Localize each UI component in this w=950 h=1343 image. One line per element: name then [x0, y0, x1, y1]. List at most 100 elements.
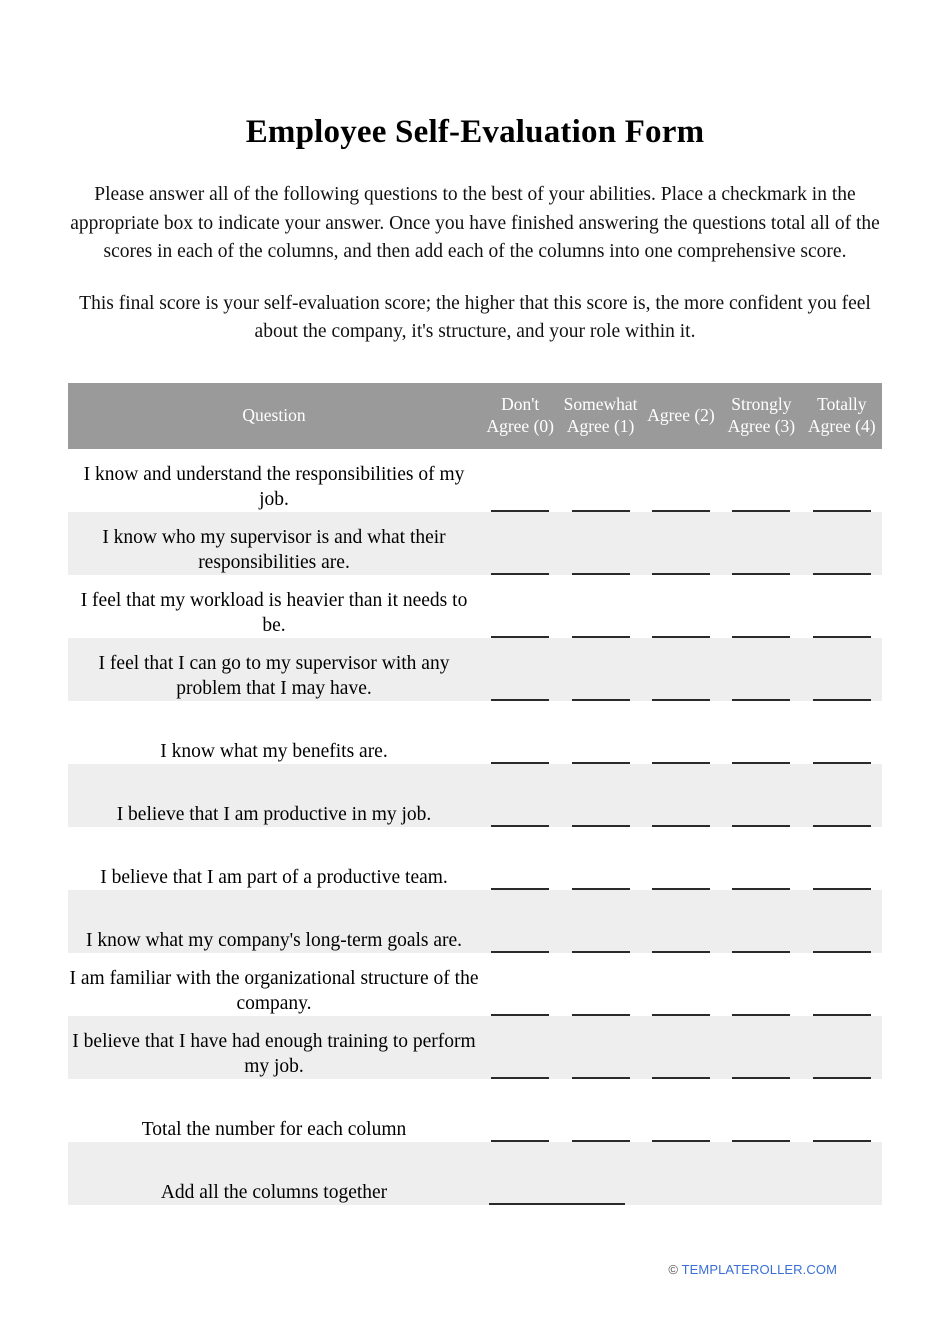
answer-blank-line[interactable] [732, 1077, 791, 1079]
footer-site-name[interactable]: TEMPLATEROLLER.COM [682, 1262, 837, 1277]
answer-cell-agree[interactable] [641, 638, 721, 701]
answer-cell-strongly-agree[interactable] [721, 701, 801, 764]
answer-cell-totally-agree[interactable] [802, 890, 882, 953]
answer-cell-totally-agree[interactable] [802, 764, 882, 827]
answer-blank-line[interactable] [812, 573, 871, 575]
answer-blank-line[interactable] [491, 699, 550, 701]
answer-blank-line[interactable] [491, 636, 550, 638]
answer-cell-somewhat-agree[interactable] [560, 1016, 640, 1079]
answer-cell-agree[interactable] [641, 890, 721, 953]
answer-blank-line[interactable] [651, 1077, 710, 1079]
answer-cell-strongly-agree[interactable] [721, 827, 801, 890]
answer-cell-strongly-agree[interactable] [721, 638, 801, 701]
answer-blank-line[interactable] [651, 636, 710, 638]
answer-cell-strongly-agree[interactable] [721, 953, 801, 1016]
answer-cell-agree[interactable] [641, 827, 721, 890]
footer-watermark-inner[interactable]: © TEMPLATEROLLER.COM [668, 1262, 837, 1277]
answer-cell-somewhat-agree[interactable] [560, 575, 640, 638]
answer-blank-line[interactable] [571, 762, 630, 764]
total-cell-agree[interactable] [641, 1079, 721, 1142]
answer-cell-strongly-agree[interactable] [721, 890, 801, 953]
answer-blank-line[interactable] [571, 510, 630, 512]
answer-cell-dont-agree[interactable] [480, 953, 560, 1016]
answer-blank-line[interactable] [651, 762, 710, 764]
answer-cell-agree[interactable] [641, 449, 721, 512]
answer-cell-dont-agree[interactable] [480, 512, 560, 575]
answer-blank-line[interactable] [732, 1140, 791, 1142]
answer-cell-dont-agree[interactable] [480, 575, 560, 638]
answer-cell-totally-agree[interactable] [802, 449, 882, 512]
answer-cell-somewhat-agree[interactable] [560, 953, 640, 1016]
answer-cell-strongly-agree[interactable] [721, 575, 801, 638]
sum-total-cell[interactable] [480, 1142, 641, 1205]
answer-blank-line[interactable] [812, 762, 871, 764]
sum-blank-line[interactable] [489, 1203, 626, 1205]
answer-blank-line[interactable] [732, 573, 791, 575]
answer-blank-line[interactable] [812, 951, 871, 953]
answer-cell-dont-agree[interactable] [480, 701, 560, 764]
answer-cell-agree[interactable] [641, 512, 721, 575]
answer-blank-line[interactable] [732, 825, 791, 827]
total-cell-dont-agree[interactable] [480, 1079, 560, 1142]
total-cell-somewhat-agree[interactable] [560, 1079, 640, 1142]
answer-blank-line[interactable] [571, 888, 630, 890]
answer-cell-totally-agree[interactable] [802, 638, 882, 701]
answer-cell-agree[interactable] [641, 953, 721, 1016]
answer-blank-line[interactable] [491, 888, 550, 890]
answer-blank-line[interactable] [571, 1014, 630, 1016]
answer-blank-line[interactable] [571, 1077, 630, 1079]
answer-cell-somewhat-agree[interactable] [560, 827, 640, 890]
answer-cell-agree[interactable] [641, 764, 721, 827]
answer-cell-somewhat-agree[interactable] [560, 449, 640, 512]
answer-blank-line[interactable] [812, 510, 871, 512]
answer-blank-line[interactable] [651, 825, 710, 827]
answer-blank-line[interactable] [732, 951, 791, 953]
answer-blank-line[interactable] [491, 1140, 550, 1142]
answer-blank-line[interactable] [812, 1014, 871, 1016]
answer-cell-totally-agree[interactable] [802, 953, 882, 1016]
answer-blank-line[interactable] [732, 762, 791, 764]
answer-blank-line[interactable] [571, 1140, 630, 1142]
answer-cell-totally-agree[interactable] [802, 827, 882, 890]
answer-cell-agree[interactable] [641, 575, 721, 638]
answer-blank-line[interactable] [571, 573, 630, 575]
answer-blank-line[interactable] [571, 825, 630, 827]
answer-cell-totally-agree[interactable] [802, 701, 882, 764]
answer-blank-line[interactable] [491, 762, 550, 764]
answer-blank-line[interactable] [491, 1014, 550, 1016]
answer-blank-line[interactable] [571, 699, 630, 701]
answer-cell-totally-agree[interactable] [802, 1016, 882, 1079]
answer-cell-strongly-agree[interactable] [721, 1016, 801, 1079]
answer-blank-line[interactable] [571, 636, 630, 638]
total-cell-strongly-agree[interactable] [721, 1079, 801, 1142]
answer-cell-somewhat-agree[interactable] [560, 638, 640, 701]
answer-cell-dont-agree[interactable] [480, 827, 560, 890]
answer-blank-line[interactable] [812, 1140, 871, 1142]
answer-cell-strongly-agree[interactable] [721, 449, 801, 512]
answer-cell-dont-agree[interactable] [480, 449, 560, 512]
answer-blank-line[interactable] [651, 699, 710, 701]
answer-blank-line[interactable] [812, 888, 871, 890]
answer-cell-agree[interactable] [641, 1016, 721, 1079]
answer-blank-line[interactable] [651, 573, 710, 575]
answer-blank-line[interactable] [812, 636, 871, 638]
answer-cell-dont-agree[interactable] [480, 890, 560, 953]
answer-blank-line[interactable] [732, 888, 791, 890]
answer-cell-dont-agree[interactable] [480, 638, 560, 701]
answer-blank-line[interactable] [491, 951, 550, 953]
answer-blank-line[interactable] [732, 699, 791, 701]
answer-blank-line[interactable] [812, 825, 871, 827]
answer-blank-line[interactable] [812, 1077, 871, 1079]
answer-blank-line[interactable] [732, 636, 791, 638]
answer-blank-line[interactable] [732, 1014, 791, 1016]
answer-blank-line[interactable] [491, 1077, 550, 1079]
answer-cell-somewhat-agree[interactable] [560, 701, 640, 764]
answer-cell-strongly-agree[interactable] [721, 512, 801, 575]
answer-cell-somewhat-agree[interactable] [560, 512, 640, 575]
answer-blank-line[interactable] [651, 1014, 710, 1016]
answer-cell-somewhat-agree[interactable] [560, 764, 640, 827]
answer-blank-line[interactable] [651, 1140, 710, 1142]
answer-cell-strongly-agree[interactable] [721, 764, 801, 827]
answer-cell-agree[interactable] [641, 701, 721, 764]
answer-blank-line[interactable] [651, 510, 710, 512]
